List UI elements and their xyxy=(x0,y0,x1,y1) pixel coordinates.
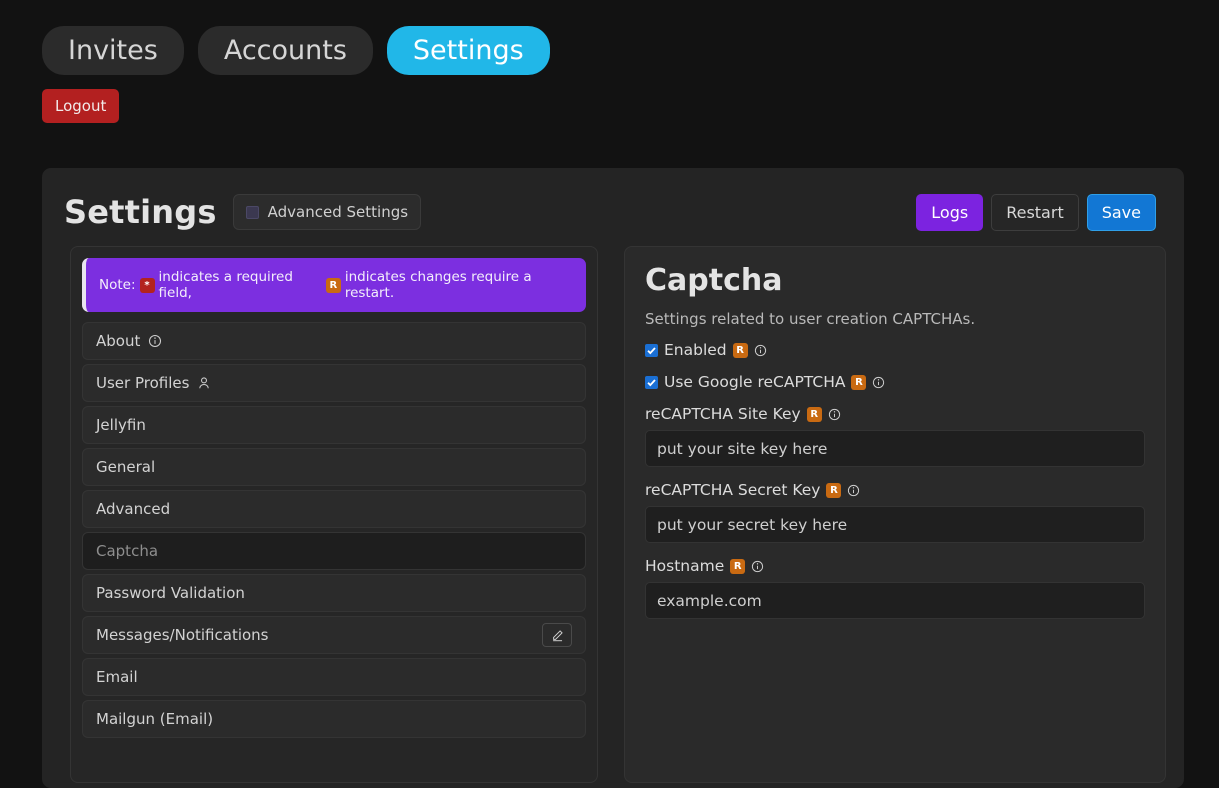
tab-accounts[interactable]: Accounts xyxy=(197,26,373,76)
save-button[interactable]: Save xyxy=(1086,193,1156,231)
sidebar-item-label: Captcha xyxy=(96,542,159,560)
logout-row: Logout xyxy=(0,75,1219,124)
sidebar-item-messages-notifications[interactable]: Messages/Notifications xyxy=(82,616,586,654)
field-label-text: reCAPTCHA Secret Key xyxy=(645,481,821,499)
required-restart-note: Note: * indicates a required field, R in… xyxy=(82,258,586,312)
restart-badge: R xyxy=(826,482,842,498)
advanced-settings-checkbox[interactable] xyxy=(245,205,259,219)
sidebar-item-general[interactable]: General xyxy=(82,448,586,486)
sidebar-item-label: Advanced xyxy=(96,500,171,518)
sidebar-item-email[interactable]: Email xyxy=(82,658,586,696)
section-detail-card: Captcha Settings related to user creatio… xyxy=(624,246,1166,783)
sidebar-item-label: General xyxy=(96,458,156,476)
tab-invites[interactable]: Invites xyxy=(42,26,184,76)
sidebar-item-mailgun-email[interactable]: Mailgun (Email) xyxy=(82,700,586,738)
field-input-recaptcha-site-key[interactable] xyxy=(645,430,1145,467)
restart-button[interactable]: Restart xyxy=(991,193,1079,231)
checkbox-input[interactable] xyxy=(645,375,658,389)
main-tab-bar: Invites Accounts Settings xyxy=(0,0,1219,76)
section-fields: reCAPTCHA Site Key RreCAPTCHA Secret Key R… xyxy=(645,405,1145,619)
note-restart-text: indicates changes require a restart. xyxy=(344,269,532,301)
restart-badge: R xyxy=(325,277,341,293)
info-icon[interactable] xyxy=(148,334,162,348)
info-icon[interactable] xyxy=(754,344,767,357)
sidebar-item-jellyfin[interactable]: Jellyfin xyxy=(82,406,586,444)
sidebar-item-label: About xyxy=(96,332,141,350)
sidebar-item-label: User Profiles xyxy=(96,374,190,392)
sidebar-item-label: Password Validation xyxy=(96,584,245,602)
section-title: Captcha xyxy=(645,263,783,298)
restart-badge: R xyxy=(732,342,748,358)
settings-panel: Settings Advanced Settings Logs Restart … xyxy=(42,168,1184,788)
advanced-settings-label: Advanced Settings xyxy=(267,203,409,221)
field-input-recaptcha-secret-key[interactable] xyxy=(645,506,1145,543)
header-actions: Logs Restart Save xyxy=(916,193,1156,231)
info-icon[interactable] xyxy=(751,560,764,573)
section-description: Settings related to user creation CAPTCH… xyxy=(645,310,976,328)
sidebar-item-advanced[interactable]: Advanced xyxy=(82,490,586,528)
field-label-recaptcha-site-key: reCAPTCHA Site Key R xyxy=(645,405,1145,423)
checkbox-label: Enabled xyxy=(664,341,727,359)
restart-badge: R xyxy=(806,406,822,422)
sidebar-item-label: Mailgun (Email) xyxy=(96,710,214,728)
note-required-text: indicates a required field, xyxy=(158,269,293,301)
advanced-settings-toggle[interactable]: Advanced Settings xyxy=(232,194,422,230)
field-label-text: reCAPTCHA Site Key xyxy=(645,405,801,423)
logout-button[interactable]: Logout xyxy=(42,89,120,124)
tab-settings[interactable]: Settings xyxy=(386,26,550,76)
field-label-text: Hostname xyxy=(645,557,725,575)
sidebar-item-user-profiles[interactable]: User Profiles xyxy=(82,364,586,402)
sidebar-item-password-validation[interactable]: Password Validation xyxy=(82,574,586,612)
user-icon xyxy=(197,376,211,390)
page-title: Settings xyxy=(64,193,217,231)
checkbox-row-enabled[interactable]: Enabled R xyxy=(645,341,1145,359)
sidebar-item-captcha[interactable]: Captcha xyxy=(82,532,586,570)
logs-button[interactable]: Logs xyxy=(916,193,984,231)
restart-badge: R xyxy=(730,558,746,574)
sidebar-item-label: Jellyfin xyxy=(96,416,146,434)
required-field-badge: * xyxy=(139,277,155,293)
checkbox-row-use-google-recaptcha[interactable]: Use Google reCAPTCHA R xyxy=(645,373,1145,391)
section-checkboxes: Enabled R Use Google reCAPTCHA R xyxy=(645,341,1145,391)
field-label-hostname: Hostname R xyxy=(645,557,1145,575)
settings-panel-header: Settings Advanced Settings Logs Restart … xyxy=(42,168,1184,238)
field-input-hostname[interactable] xyxy=(645,582,1145,619)
sidebar-item-about[interactable]: About xyxy=(82,322,586,360)
info-icon[interactable] xyxy=(828,408,841,421)
settings-nav-list: About User Profiles Jellyfin General Advance… xyxy=(82,322,586,738)
checkbox-input[interactable] xyxy=(645,343,658,357)
field-label-recaptcha-secret-key: reCAPTCHA Secret Key R xyxy=(645,481,1145,499)
info-icon[interactable] xyxy=(872,376,885,389)
note-prefix: Note: xyxy=(99,277,136,293)
sidebar-item-label: Email xyxy=(96,668,138,686)
restart-badge: R xyxy=(851,374,867,390)
info-icon[interactable] xyxy=(847,484,860,497)
settings-nav-card: Note: * indicates a required field, R in… xyxy=(70,246,598,783)
sidebar-item-label: Messages/Notifications xyxy=(96,626,269,644)
edit-pencil-icon[interactable] xyxy=(542,623,572,647)
checkbox-label: Use Google reCAPTCHA xyxy=(664,373,846,391)
settings-body: Note: * indicates a required field, R in… xyxy=(42,238,1184,783)
